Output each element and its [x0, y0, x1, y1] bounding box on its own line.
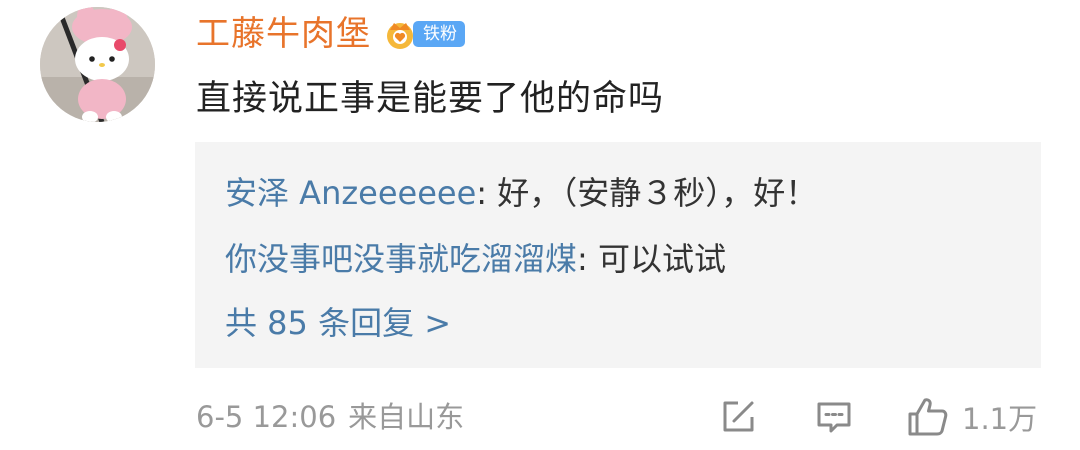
username[interactable]: 工藤牛肉堡	[196, 10, 371, 58]
reply-separator: :	[476, 174, 498, 212]
reply-item[interactable]: 安泽 Anzeeeeee: 好，（安静３秒），好！	[225, 170, 817, 216]
replies-box[interactable]: 安泽 Anzeeeeee: 好，（安静３秒），好！ 你没事吧没事就吃溜溜煤: 可…	[195, 142, 1041, 368]
badge-label: 铁粉	[413, 21, 465, 47]
comment-location: 来自山东	[348, 400, 465, 434]
comment-date: 6-5 12:06	[196, 400, 337, 434]
comment-footer: 6-5 12:06 来自山东 1.1万	[196, 392, 1042, 442]
like-count: 1.1万	[962, 402, 1038, 436]
comment-card: 工藤牛肉堡 铁粉 直接说正事是能要了他的命吗 安泽 Anzeeeeee: 好，（…	[0, 0, 1080, 450]
reply-item[interactable]: 你没事吧没事就吃溜溜煤: 可以试试	[225, 236, 726, 282]
comment-text: 直接说正事是能要了他的命吗	[196, 79, 665, 119]
reply-separator: :	[577, 240, 598, 278]
avatar-image	[40, 7, 155, 122]
comment-icon	[817, 402, 851, 433]
comment-button[interactable]	[814, 392, 854, 442]
view-all-replies-link[interactable]: 共 85 条回复 >	[225, 300, 451, 346]
username-row: 工藤牛肉堡 铁粉	[196, 10, 465, 58]
reply-author[interactable]: 你没事吧没事就吃溜溜煤	[225, 240, 577, 278]
share-button[interactable]	[718, 392, 758, 442]
crown-icon	[387, 23, 413, 49]
fan-badge[interactable]: 铁粉	[383, 19, 465, 49]
reply-author[interactable]: 安泽 Anzeeeeee	[225, 174, 476, 212]
share-icon	[723, 401, 754, 432]
avatar[interactable]	[40, 7, 155, 122]
comment-meta: 6-5 12:06 来自山东	[196, 392, 464, 442]
thumbs-up-icon	[908, 398, 948, 436]
like-button[interactable]: 1.1万	[906, 392, 1037, 442]
reply-text: 可以试试	[597, 240, 726, 278]
reply-text: 好，（安静３秒），好！	[497, 174, 818, 212]
